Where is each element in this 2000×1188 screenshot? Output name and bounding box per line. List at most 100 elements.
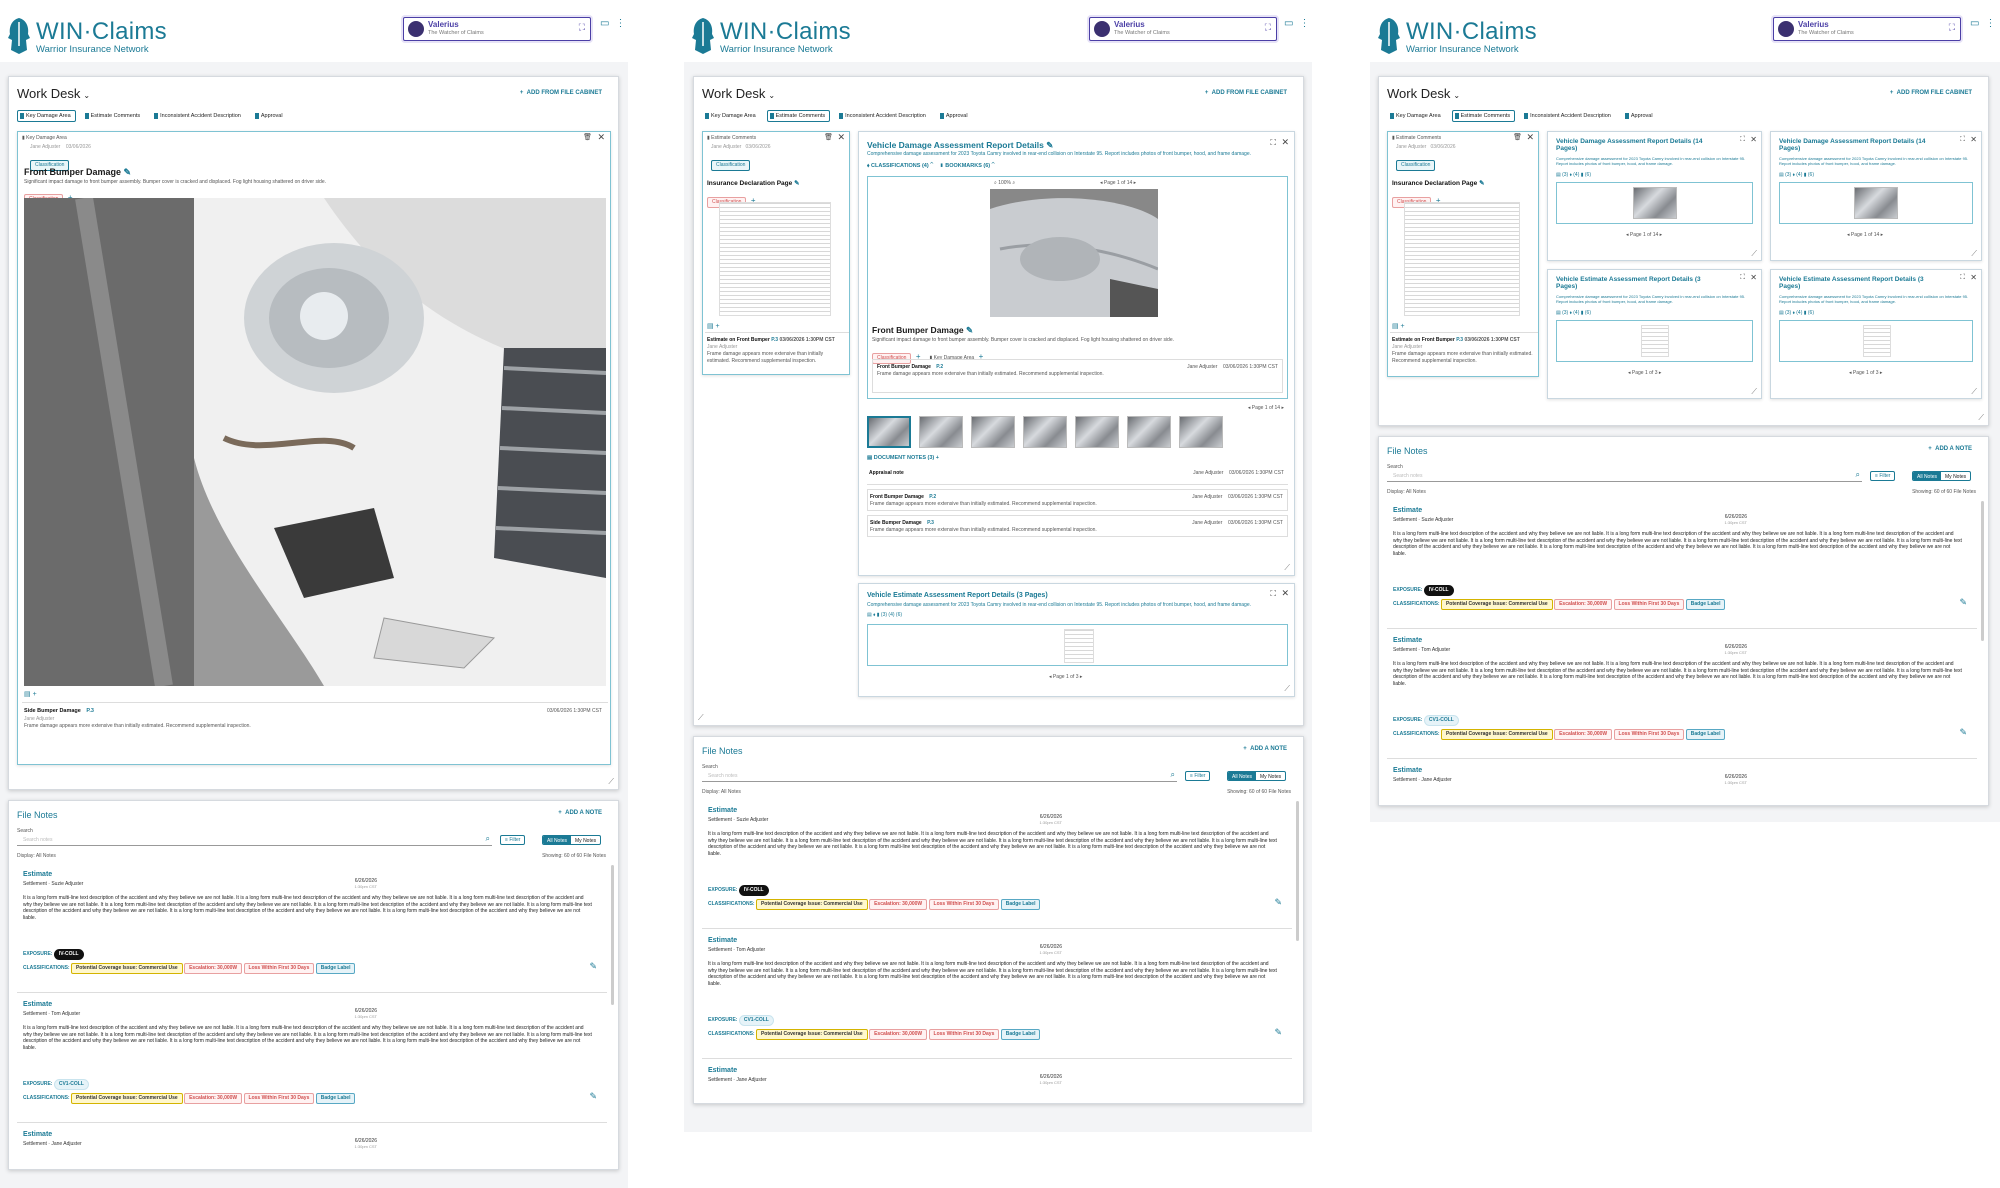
resize-handle-icon[interactable]: ⟋	[698, 713, 704, 723]
tab-estimate-comments[interactable]: Estimate Comments	[766, 110, 831, 122]
expand-icon[interactable]: ⛶	[579, 22, 585, 33]
close-icon[interactable]: ✕	[1970, 273, 1977, 282]
expand-icon[interactable]: ⛶	[1265, 22, 1271, 33]
search-icon[interactable]: ⌕	[1856, 470, 1860, 480]
edit-icon[interactable]: ✎	[124, 167, 132, 177]
delete-icon[interactable]: 🗑	[824, 133, 833, 141]
page-thumbnail[interactable]	[867, 416, 911, 448]
tab-approval[interactable]: Approval	[252, 110, 288, 122]
list-item[interactable]: Estimate Settlement · Jane Adjuster 6/26/…	[1387, 761, 1977, 801]
expand-icon[interactable]: ⛶	[1949, 22, 1955, 33]
page-thumbnail[interactable]	[1075, 416, 1119, 448]
filter-button[interactable]: ≡ Filter	[1870, 471, 1896, 481]
fullscreen-icon[interactable]: ⛶	[1960, 274, 1965, 282]
chevron-down-icon[interactable]: ⌄	[1453, 91, 1460, 100]
tab-key-damage[interactable]: Key Damage Area	[702, 110, 761, 122]
add-icon[interactable]: +	[33, 691, 37, 698]
doc-icon[interactable]: ▤	[24, 691, 31, 698]
list-item[interactable]: Estimate Settlement · Suzie Adjuster 6/26…	[17, 865, 607, 993]
monitor-icon[interactable]: ▭	[1970, 18, 1985, 29]
list-item[interactable]: Estimate Settlement · Tom Adjuster 6/26/2…	[17, 995, 607, 1123]
my-notes-button[interactable]: My Notes	[1941, 472, 1970, 480]
list-item[interactable]: Estimate Settlement · Tom Adjuster 6/26/2…	[702, 931, 1292, 1059]
user-badge[interactable]: Valerius The Watcher of Claims ⛶	[403, 17, 591, 41]
list-item[interactable]: Estimate Settlement · Tom Adjuster 6/26/2…	[1387, 631, 1977, 759]
tab-approval[interactable]: Approval	[937, 110, 973, 122]
more-icon[interactable]: ⋮	[1985, 18, 2000, 29]
resize-handle-icon[interactable]: ⟋	[1971, 387, 1977, 397]
pager[interactable]: ◂ Page 1 of 14 ▸	[1248, 405, 1284, 412]
close-icon[interactable]: ✕	[1750, 135, 1757, 144]
resize-handle-icon[interactable]: ⟋	[1751, 387, 1757, 397]
all-notes-button[interactable]: All Notes	[543, 836, 572, 844]
add-note-button[interactable]: + ADD A NOTE	[1928, 446, 1972, 452]
edit-icon[interactable]: ✎	[1274, 897, 1282, 908]
resize-handle-icon[interactable]: ⟋	[608, 777, 614, 787]
fullscreen-icon[interactable]: ⛶	[1270, 138, 1276, 148]
tab-key-damage[interactable]: Key Damage Area	[1387, 110, 1446, 122]
user-badge[interactable]: Valerius The Watcher of Claims ⛶	[1089, 17, 1277, 41]
key-damage-card[interactable]: ▮ Key Damage Area 🗑 ✕ Jane Adjuster 03/0…	[17, 131, 611, 765]
resize-handle-icon[interactable]: ⟋	[1751, 249, 1757, 259]
scrollbar[interactable]	[1296, 801, 1299, 941]
search-input[interactable]: Search Search notes ⌕	[1387, 464, 1862, 482]
list-item[interactable]: Estimate Settlement · Jane Adjuster 6/26/…	[702, 1061, 1292, 1101]
search-icon[interactable]: ⌕	[486, 834, 490, 844]
tab-inconsistent[interactable]: Inconsistent Accident Description	[1521, 110, 1616, 122]
vear-card[interactable]: Vehicle Estimate Assessment Report Detai…	[858, 583, 1295, 697]
pager[interactable]: ◂ Page 1 of 3 ▸	[1049, 674, 1082, 681]
close-icon[interactable]: ✕	[1281, 588, 1289, 599]
scrollbar[interactable]	[1981, 501, 1984, 641]
resize-handle-icon[interactable]: ⟋	[1284, 684, 1290, 694]
add-from-cabinet-button[interactable]: + ADD FROM FILE CABINET	[520, 90, 602, 96]
list-item[interactable]: Estimate Settlement · Suzie Adjuster 6/26…	[702, 801, 1292, 929]
chevron-down-icon[interactable]: ⌄	[768, 91, 775, 100]
page-thumbnail[interactable]	[1179, 416, 1223, 448]
doc-notes-header[interactable]: ▤ DOCUMENT NOTES (3) +	[867, 455, 939, 461]
report-tile[interactable]: Vehicle Damage Assessment Report Details…	[1547, 131, 1762, 261]
tab-estimate-comments[interactable]: Estimate Comments	[1451, 110, 1516, 122]
resize-handle-icon[interactable]: ⟋	[1284, 563, 1290, 573]
estimate-comments-card[interactable]: ▮ Estimate Comments 🗑 ✕ Jane Adjuster 03…	[702, 131, 850, 375]
close-icon[interactable]: ✕	[837, 132, 845, 143]
close-icon[interactable]: ✕	[1281, 137, 1289, 148]
search-input[interactable]: Search Search notes ⌕	[17, 828, 492, 846]
report-tile[interactable]: Vehicle Damage Assessment Report Details…	[1770, 131, 1982, 261]
vdar-card[interactable]: Vehicle Damage Assessment Report Details…	[858, 131, 1295, 576]
chevron-down-icon[interactable]: ⌄	[83, 91, 90, 100]
monitor-icon[interactable]: ▭	[600, 18, 615, 29]
edit-icon[interactable]: ✎	[1959, 727, 1967, 738]
workdesk-title[interactable]: Work Desk ⌄	[17, 86, 90, 101]
fullscreen-icon[interactable]: ⛶	[1740, 136, 1745, 144]
monitor-icon[interactable]: ▭	[1284, 18, 1299, 29]
search-input[interactable]: Search Search notes ⌕	[702, 764, 1177, 782]
tab-inconsistent[interactable]: Inconsistent Accident Description	[151, 110, 246, 122]
delete-icon[interactable]: 🗑	[1513, 133, 1522, 141]
resize-handle-icon[interactable]: ⟋	[1978, 413, 1984, 423]
edit-icon[interactable]: ✎	[1274, 1027, 1282, 1038]
close-icon[interactable]: ✕	[1750, 273, 1757, 282]
page-thumbnail[interactable]	[1023, 416, 1067, 448]
workdesk-title[interactable]: Work Desk ⌄	[1387, 86, 1460, 101]
report-tile[interactable]: Vehicle Estimate Assessment Report Detai…	[1547, 269, 1762, 399]
my-notes-button[interactable]: My Notes	[1256, 772, 1285, 780]
pager[interactable]: ◂ Page 1 of 14 ▸	[1100, 180, 1136, 187]
tab-approval[interactable]: Approval	[1622, 110, 1658, 122]
zoom-controls[interactable]: ⌕ 100% ⌕	[994, 180, 1015, 187]
vdar-meta[interactable]: ⬧ CLASSIFICATIONS (4) ⌃ ▮ BOOKMARKS (6) …	[867, 163, 995, 170]
more-icon[interactable]: ⋮	[615, 18, 631, 29]
filter-button[interactable]: ≡ Filter	[1185, 771, 1211, 781]
add-note-button[interactable]: + ADD A NOTE	[558, 810, 602, 816]
user-badge[interactable]: Valerius The Watcher of Claims ⛶	[1773, 17, 1961, 41]
filter-button[interactable]: ≡ Filter	[500, 835, 526, 845]
close-icon[interactable]: ✕	[1970, 135, 1977, 144]
my-notes-button[interactable]: My Notes	[571, 836, 600, 844]
scrollbar[interactable]	[611, 865, 614, 1005]
delete-icon[interactable]: 🗑	[583, 133, 592, 141]
search-icon[interactable]: ⌕	[1171, 770, 1175, 780]
edit-icon[interactable]: ✎	[589, 1091, 597, 1102]
workdesk-title[interactable]: Work Desk ⌄	[702, 86, 775, 101]
tab-inconsistent[interactable]: Inconsistent Accident Description	[836, 110, 931, 122]
close-icon[interactable]: ✕	[597, 132, 605, 143]
close-icon[interactable]: ✕	[1526, 132, 1534, 143]
